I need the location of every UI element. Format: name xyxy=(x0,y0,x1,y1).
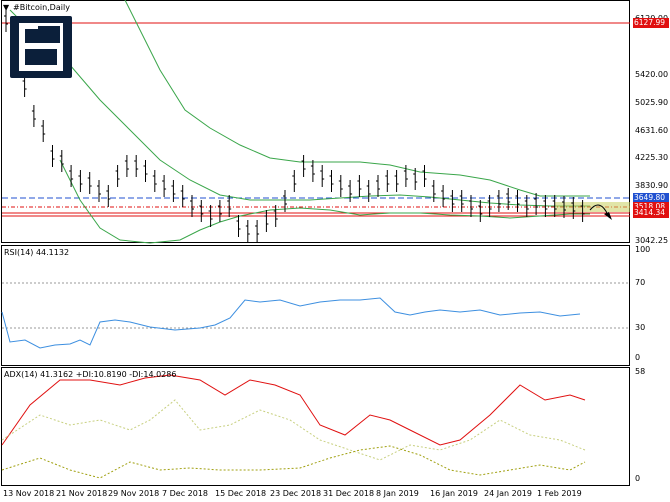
chart-title: #Bitcoin,Daily xyxy=(13,3,70,12)
price-tick: 4225.30 xyxy=(635,153,669,162)
bollinger-upper xyxy=(124,0,590,197)
x-label: 29 Nov 2018 xyxy=(108,489,160,498)
x-label: 23 Dec 2018 xyxy=(270,489,322,498)
price-tick: 5420.00 xyxy=(635,70,669,79)
rsi-line xyxy=(1,297,581,349)
plus-di-line xyxy=(1,445,586,479)
x-label: 8 Jan 2019 xyxy=(376,489,419,498)
x-label: 21 Nov 2018 xyxy=(56,489,108,498)
x-label: 16 Jan 2019 xyxy=(430,489,478,498)
x-label: 13 Nov 2018 xyxy=(3,489,55,498)
dropdown-triangle-icon[interactable]: ▼ xyxy=(3,3,9,12)
x-label: 15 Dec 2018 xyxy=(215,489,267,498)
rsi-tick: 100 xyxy=(635,245,651,254)
adx-tick: 58 xyxy=(635,367,646,376)
rsi-tick: 70 xyxy=(635,278,646,287)
price-tag-current: 3414.34 xyxy=(633,208,669,218)
bollinger-middle xyxy=(9,9,590,207)
minus-di-line xyxy=(1,399,586,461)
chart-drawing xyxy=(1,0,630,479)
adx-title: ADX(14) 41.3162 +DI:10.8190 -DI:14.0286 xyxy=(4,370,177,379)
price-tick: 4631.60 xyxy=(635,126,669,135)
x-label: 7 Dec 2018 xyxy=(162,489,209,498)
x-label: 1 Feb 2019 xyxy=(537,489,582,498)
bollinger-lower xyxy=(59,159,590,244)
x-label: 24 Jan 2019 xyxy=(484,489,532,498)
price-tag-top: 6127.99 xyxy=(633,18,669,28)
x-label: 31 Dec 2018 xyxy=(323,489,375,498)
price-tick: 3830.90 xyxy=(635,181,669,190)
adx-tick: 0 xyxy=(635,474,641,483)
adx-line xyxy=(1,374,586,446)
rsi-title: RSI(14) 44.1132 xyxy=(4,248,70,257)
price-tick: 5025.90 xyxy=(635,98,669,107)
rsi-tick: 30 xyxy=(635,323,646,332)
brand-logo-icon xyxy=(10,16,72,78)
price-tick: 3042.25 xyxy=(635,236,669,245)
rsi-tick: 0 xyxy=(635,353,641,362)
